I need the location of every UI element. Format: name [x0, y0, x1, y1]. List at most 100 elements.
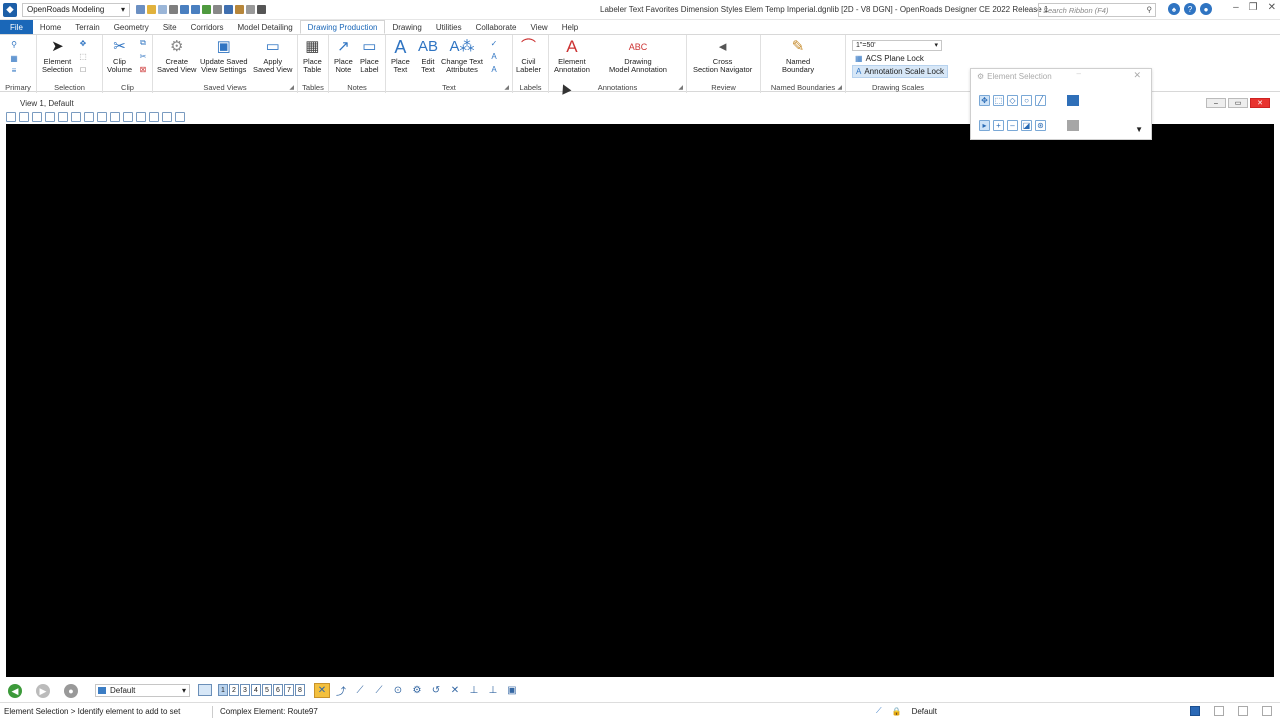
tool-icon[interactable] — [246, 5, 255, 14]
tab-corridors[interactable]: Corridors — [184, 20, 231, 34]
lighting-icon[interactable] — [32, 112, 42, 122]
text-style-icon[interactable]: A — [489, 51, 499, 61]
new-icon[interactable] — [158, 5, 167, 14]
select-all-icon[interactable]: ⬚ — [78, 51, 88, 61]
tab-drawing[interactable]: Drawing — [385, 20, 428, 34]
tab-utilities[interactable]: Utilities — [429, 20, 469, 34]
add-mode-icon[interactable]: + — [993, 120, 1004, 131]
place-label-button[interactable]: ▭ Place Label — [360, 38, 379, 74]
midpoint-snap-icon[interactable]: ⟋ — [352, 683, 368, 698]
apply-saved-view-button[interactable]: ▭ Apply Saved View — [253, 38, 292, 74]
view-toggle-2[interactable]: 2 — [229, 684, 239, 696]
view-next-icon[interactable] — [149, 112, 159, 122]
active-model-dropdown[interactable]: Default ▾ — [95, 684, 190, 697]
view-previous-icon[interactable] — [136, 112, 146, 122]
through-point-snap-icon[interactable]: ⊥ — [485, 683, 501, 698]
line-method-icon[interactable]: ╱ — [1035, 95, 1046, 106]
change-text-attributes-button[interactable]: A⁂ Change Text Attributes — [441, 38, 483, 74]
tab-home[interactable]: Home — [33, 20, 68, 34]
intersection-snap-icon[interactable]: ⟋ — [371, 683, 387, 698]
parallel-snap-icon[interactable]: ⊥ — [466, 683, 482, 698]
place-note-button[interactable]: ↗ Place Note — [334, 38, 353, 74]
tab-site[interactable]: Site — [156, 20, 184, 34]
tab-help[interactable]: Help — [555, 20, 585, 34]
update-saved-view-button[interactable]: ▣ Update Saved View Settings — [200, 38, 248, 74]
clip-view-icon[interactable] — [175, 112, 185, 122]
view-toggle-4[interactable]: 4 — [251, 684, 261, 696]
open-icon[interactable] — [147, 5, 156, 14]
save-icon[interactable] — [136, 5, 145, 14]
help-icon[interactable]: ? — [1184, 3, 1196, 15]
view-maximize-icon[interactable]: ▭ — [1228, 98, 1248, 108]
view-minimize-icon[interactable]: – — [1206, 98, 1226, 108]
attributes-icon[interactable]: ▦ — [9, 53, 19, 63]
view-toggle-8[interactable]: 8 — [295, 684, 305, 696]
copy-view-icon[interactable] — [162, 112, 172, 122]
view-toggle-5[interactable]: 5 — [262, 684, 272, 696]
tab-collaborate[interactable]: Collaborate — [469, 20, 524, 34]
view-toggle-1[interactable]: 1 — [218, 684, 228, 696]
clip-mask-icon[interactable]: ⧉ — [138, 38, 148, 48]
perpendicular-snap-icon[interactable]: ✕ — [447, 683, 463, 698]
workflow-dropdown[interactable]: OpenRoads Modeling ▾ — [22, 2, 130, 17]
subtract-mode-icon[interactable]: – — [1007, 120, 1018, 131]
circle-method-icon[interactable]: ○ — [1021, 95, 1032, 106]
close-icon[interactable]: ✕ — [1268, 2, 1276, 13]
place-text-button[interactable]: A Place Text — [391, 38, 410, 74]
create-saved-view-button[interactable]: ⚙ Create Saved View — [157, 38, 196, 74]
rotate-view-icon[interactable] — [110, 112, 120, 122]
drawing-model-annotation-button[interactable]: ABC Drawing Model Annotation — [609, 38, 667, 74]
print-icon[interactable] — [169, 5, 178, 14]
clear-clip-icon[interactable]: ⊠ — [138, 64, 148, 74]
minimize-icon[interactable]: – — [1233, 2, 1239, 13]
tab-drawing-production[interactable]: Drawing Production — [299, 20, 386, 34]
clip-volume-button[interactable]: ✂ Clip Volume — [107, 38, 132, 74]
view-toggle-6[interactable]: 6 — [273, 684, 283, 696]
shape-method-icon[interactable]: ◇ — [1007, 95, 1018, 106]
explorer-icon[interactable]: ⚲ — [9, 39, 19, 49]
settings-icon[interactable] — [213, 5, 222, 14]
tab-model-detailing[interactable]: Model Detailing — [231, 20, 300, 34]
spell-check-icon[interactable]: ✓ — [489, 38, 499, 48]
select-none-icon[interactable] — [1067, 120, 1079, 131]
select-all-mode-icon[interactable]: ⊛ — [1035, 120, 1046, 131]
back-icon[interactable]: ◀ — [8, 684, 22, 698]
element-selection-button[interactable]: ➤ Element Selection — [42, 38, 73, 74]
ribbon-search-input[interactable]: Search Ribbon (F4) ⚲ — [1038, 3, 1156, 17]
element-annotation-button[interactable]: A Element Annotation — [554, 38, 590, 74]
display-style-icon[interactable] — [19, 112, 29, 122]
draw-icon[interactable] — [235, 5, 244, 14]
status-display-icon[interactable] — [1238, 706, 1248, 716]
snap-settings-icon[interactable]: ▣ — [504, 683, 520, 698]
status-model-icon[interactable] — [1190, 706, 1200, 716]
block-method-icon[interactable]: ⬚ — [993, 95, 1004, 106]
undo-icon[interactable] — [180, 5, 189, 14]
view-close-icon[interactable]: ✕ — [1250, 98, 1270, 108]
tab-geometry[interactable]: Geometry — [107, 20, 156, 34]
window-area-icon[interactable] — [84, 112, 94, 122]
zoom-in-icon[interactable] — [58, 112, 68, 122]
update-view-icon[interactable] — [45, 112, 55, 122]
tab-terrain[interactable]: Terrain — [68, 20, 106, 34]
view-attributes-icon[interactable] — [6, 112, 16, 122]
zoom-out-icon[interactable] — [71, 112, 81, 122]
nearest-snap-icon[interactable]: ⤴ — [333, 683, 349, 698]
cross-section-navigator-button[interactable]: ◂ Cross Section Navigator — [693, 38, 752, 74]
civil-labeler-button[interactable]: ⌒ Civil Labeler — [516, 38, 541, 74]
pin-icon[interactable] — [202, 5, 211, 14]
view-toggle-3[interactable]: 3 — [240, 684, 250, 696]
named-boundary-button[interactable]: ✎ Named Boundary — [782, 38, 814, 74]
view-groups-icon[interactable] — [198, 684, 212, 696]
maximize-icon[interactable]: ❐ — [1249, 2, 1258, 13]
status-message-center-icon[interactable] — [1262, 706, 1272, 716]
place-table-button[interactable]: ▦ Place Table — [303, 38, 322, 74]
forward-icon[interactable]: ▶ — [36, 684, 50, 698]
fit-view-icon[interactable] — [97, 112, 107, 122]
notification-icon[interactable]: ♠ — [1168, 3, 1180, 15]
new-mode-icon[interactable]: ▸ — [979, 120, 990, 131]
view-toggle-7[interactable]: 7 — [284, 684, 294, 696]
model-icon[interactable]: ● — [64, 684, 78, 698]
selection-mode-icon[interactable]: □ — [78, 64, 88, 74]
view-canvas[interactable] — [6, 124, 1274, 677]
drawing-scale-dropdown[interactable]: 1"=50' ▾ — [852, 40, 942, 51]
